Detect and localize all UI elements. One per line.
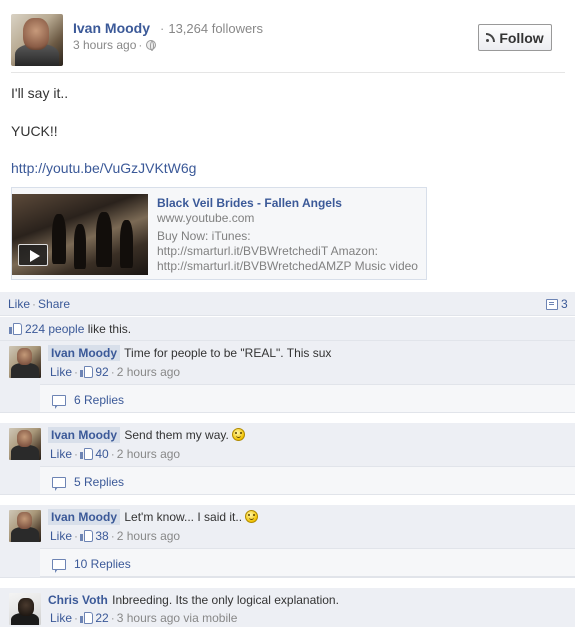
comment-count-value: 3 <box>561 297 568 311</box>
view-replies-link[interactable]: 6 Replies <box>52 393 125 409</box>
comment-like-count[interactable]: 38 <box>95 529 108 543</box>
commenter-name[interactable]: Ivan Moody <box>48 427 121 443</box>
comment-like-count[interactable]: 22 <box>95 611 108 625</box>
thumbs-up-icon <box>80 448 94 460</box>
thumbs-up-icon <box>80 366 94 378</box>
comment-time[interactable]: 3 hours ago via mobile <box>117 611 238 625</box>
comment-like-count[interactable]: 40 <box>95 447 108 461</box>
post-action-bar: Like · Share 3 <box>0 292 575 316</box>
thumbs-up-icon <box>9 323 22 335</box>
like-link[interactable]: Like <box>8 297 30 311</box>
post-actions: Like · Share <box>8 297 71 311</box>
comment-time[interactable]: 2 hours ago <box>117 365 180 379</box>
header-divider <box>11 72 565 73</box>
reply-icon <box>52 558 66 573</box>
likes-summary: 224 people like this. <box>0 317 575 341</box>
comment-item: Ivan Moody Send them my way. Like · 40 · 2 … <box>0 423 575 495</box>
comment-item: Ivan Moody Time for people to be "REAL".… <box>0 341 575 413</box>
replies-label: 10 Replies <box>74 557 131 571</box>
post-timestamp[interactable]: 3 hours ago <box>73 38 136 52</box>
view-replies-link[interactable]: 5 Replies <box>52 475 125 491</box>
comment-icon <box>546 298 558 310</box>
commenter-name[interactable]: Ivan Moody <box>48 345 121 361</box>
comment-line: Ivan Moody Let'm know... I said it.. <box>48 509 259 525</box>
smiley-icon <box>231 428 245 441</box>
comment-line: Ivan Moody Send them my way. <box>48 427 245 443</box>
comment-count[interactable]: 3 <box>546 297 568 311</box>
video-domain: www.youtube.com <box>157 211 255 225</box>
comment-item: Chris Voth Inbreeding. Its the only logi… <box>0 588 575 627</box>
comment-text: Send them my way. <box>124 428 229 442</box>
author-name[interactable]: Ivan Moody <box>73 20 150 36</box>
rss-icon <box>486 33 496 42</box>
play-icon[interactable] <box>18 244 48 266</box>
video-title[interactable]: Black Veil Brides - Fallen Angels <box>157 196 342 210</box>
reply-icon <box>52 476 66 491</box>
comment-like-count[interactable]: 92 <box>95 365 108 379</box>
author-avatar[interactable] <box>11 14 63 66</box>
likes-count[interactable]: 224 people <box>25 322 84 336</box>
comment-meta: Like · 38 · 2 hours ago <box>50 529 181 543</box>
comment-like-link[interactable]: Like <box>50 529 72 543</box>
replies-bar: 5 Replies <box>40 466 575 495</box>
follow-button-label: Follow <box>499 29 544 46</box>
follower-count-text: 13,264 followers <box>168 21 264 36</box>
share-link[interactable]: Share <box>38 297 70 311</box>
comment-line: Chris Voth Inbreeding. Its the only logi… <box>48 593 339 607</box>
globe-icon[interactable] <box>146 40 157 51</box>
thumbs-up-icon <box>80 612 94 624</box>
likes-suffix: like this. <box>87 322 132 336</box>
replies-label: 5 Replies <box>74 475 125 489</box>
post-link[interactable]: http://youtu.be/VuGzJVKtW6g <box>11 160 196 176</box>
comment-meta: Like · 92 · 2 hours ago <box>50 365 181 379</box>
comment-text: Let'm know... I said it.. <box>124 510 243 524</box>
comment-time[interactable]: 2 hours ago <box>117 447 180 461</box>
post-meta: 3 hours ago · <box>73 38 157 52</box>
reply-icon <box>52 394 66 409</box>
commenter-name[interactable]: Ivan Moody <box>48 509 121 525</box>
commenter-avatar[interactable] <box>9 346 41 378</box>
replies-bar: 6 Replies <box>40 384 575 413</box>
replies-label: 6 Replies <box>74 393 125 407</box>
follow-button[interactable]: Follow <box>478 24 552 51</box>
commenter-avatar[interactable] <box>9 428 41 460</box>
commenter-name[interactable]: Chris Voth <box>48 593 108 607</box>
comment-like-link[interactable]: Like <box>50 611 72 625</box>
follower-count: · 13,264 followers <box>160 21 264 36</box>
comment-item: Ivan Moody Let'm know... I said it.. Lik… <box>0 505 575 578</box>
commenter-avatar[interactable] <box>9 593 41 625</box>
video-description: Buy Now: iTunes: http://smarturl.it/BVBW… <box>157 229 418 273</box>
view-replies-link[interactable]: 10 Replies <box>52 557 131 573</box>
comment-like-link[interactable]: Like <box>50 365 72 379</box>
replies-bar: 10 Replies <box>40 548 575 577</box>
likes-text: 224 people like this. <box>9 322 131 336</box>
smiley-icon <box>245 510 259 523</box>
comment-line: Ivan Moody Time for people to be "REAL".… <box>48 345 332 361</box>
commenter-avatar[interactable] <box>9 510 41 542</box>
video-thumbnail[interactable] <box>12 194 148 275</box>
comment-meta: Like · 40 · 2 hours ago <box>50 447 181 461</box>
comment-time[interactable]: 2 hours ago <box>117 529 180 543</box>
comment-text: Inbreeding. Its the only logical explana… <box>112 593 339 607</box>
post-text-line2: YUCK!! <box>11 123 58 139</box>
thumbs-up-icon <box>80 530 94 542</box>
post-text-line1: I'll say it.. <box>11 85 69 101</box>
comment-like-link[interactable]: Like <box>50 447 72 461</box>
shared-video-card[interactable]: Black Veil Brides - Fallen Angels www.yo… <box>11 187 427 280</box>
comment-text: Time for people to be "REAL". This sux <box>124 346 332 360</box>
comment-meta: Like · 22 · 3 hours ago via mobile <box>50 611 238 625</box>
